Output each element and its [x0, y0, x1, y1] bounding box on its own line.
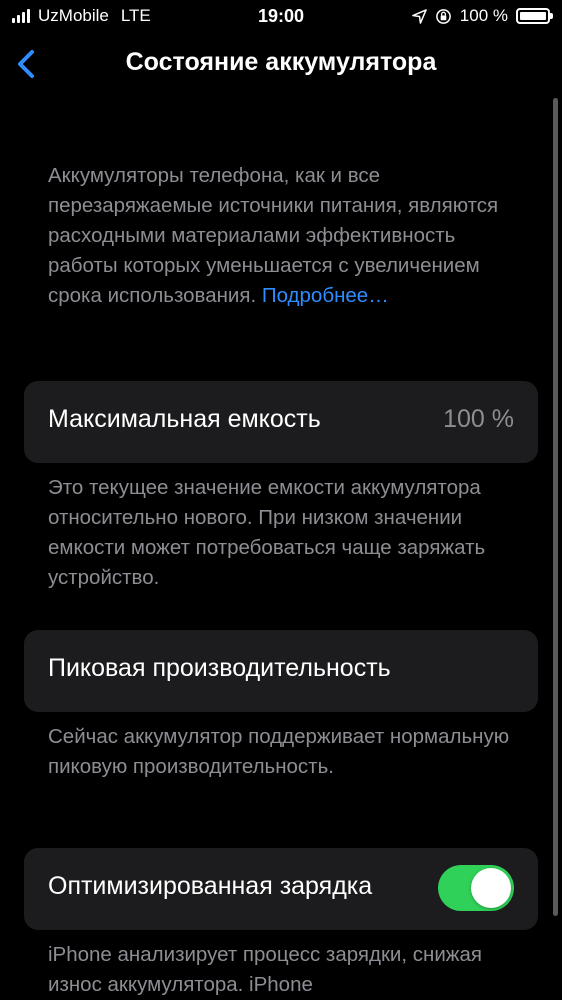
optimized-charging-toggle[interactable]	[438, 865, 514, 911]
peak-performance-cell: Пиковая производительность	[24, 630, 538, 712]
max-capacity-value: 100 %	[443, 405, 514, 433]
scrollbar[interactable]	[553, 98, 558, 916]
navigation-bar: Состояние аккумулятора	[0, 34, 562, 92]
peak-performance-footer: Сейчас аккумулятор поддерживает нормальн…	[48, 725, 510, 778]
optimized-charging-label: Оптимизированная зарядка	[48, 872, 373, 900]
toggle-knob	[471, 868, 511, 908]
learn-more-link[interactable]: Подробнее…	[262, 284, 389, 307]
status-bar: UzMobile LTE 19:00 100 %	[0, 0, 562, 34]
battery-icon	[516, 8, 553, 24]
max-capacity-label: Максимальная емкость	[48, 405, 321, 433]
page-title: Состояние аккумулятора	[125, 48, 437, 76]
peak-performance-label: Пиковая производительность	[48, 654, 391, 682]
battery-percent: 100 %	[459, 6, 508, 25]
max-capacity-cell: Максимальная емкость 100 %	[24, 381, 538, 463]
optimized-charging-footer: iPhone анализирует процесс зарядки, сниж…	[48, 943, 483, 996]
orientation-lock-icon	[435, 8, 451, 24]
max-capacity-footer: Это текущее значение емкости аккумулятор…	[48, 476, 486, 589]
location-arrow-icon	[411, 8, 427, 24]
intro-description: Аккумуляторы телефона, как и все перезар…	[48, 161, 518, 311]
status-right: 100 %	[411, 6, 553, 26]
optimized-charging-cell: Оптимизированная зарядка	[24, 848, 538, 930]
